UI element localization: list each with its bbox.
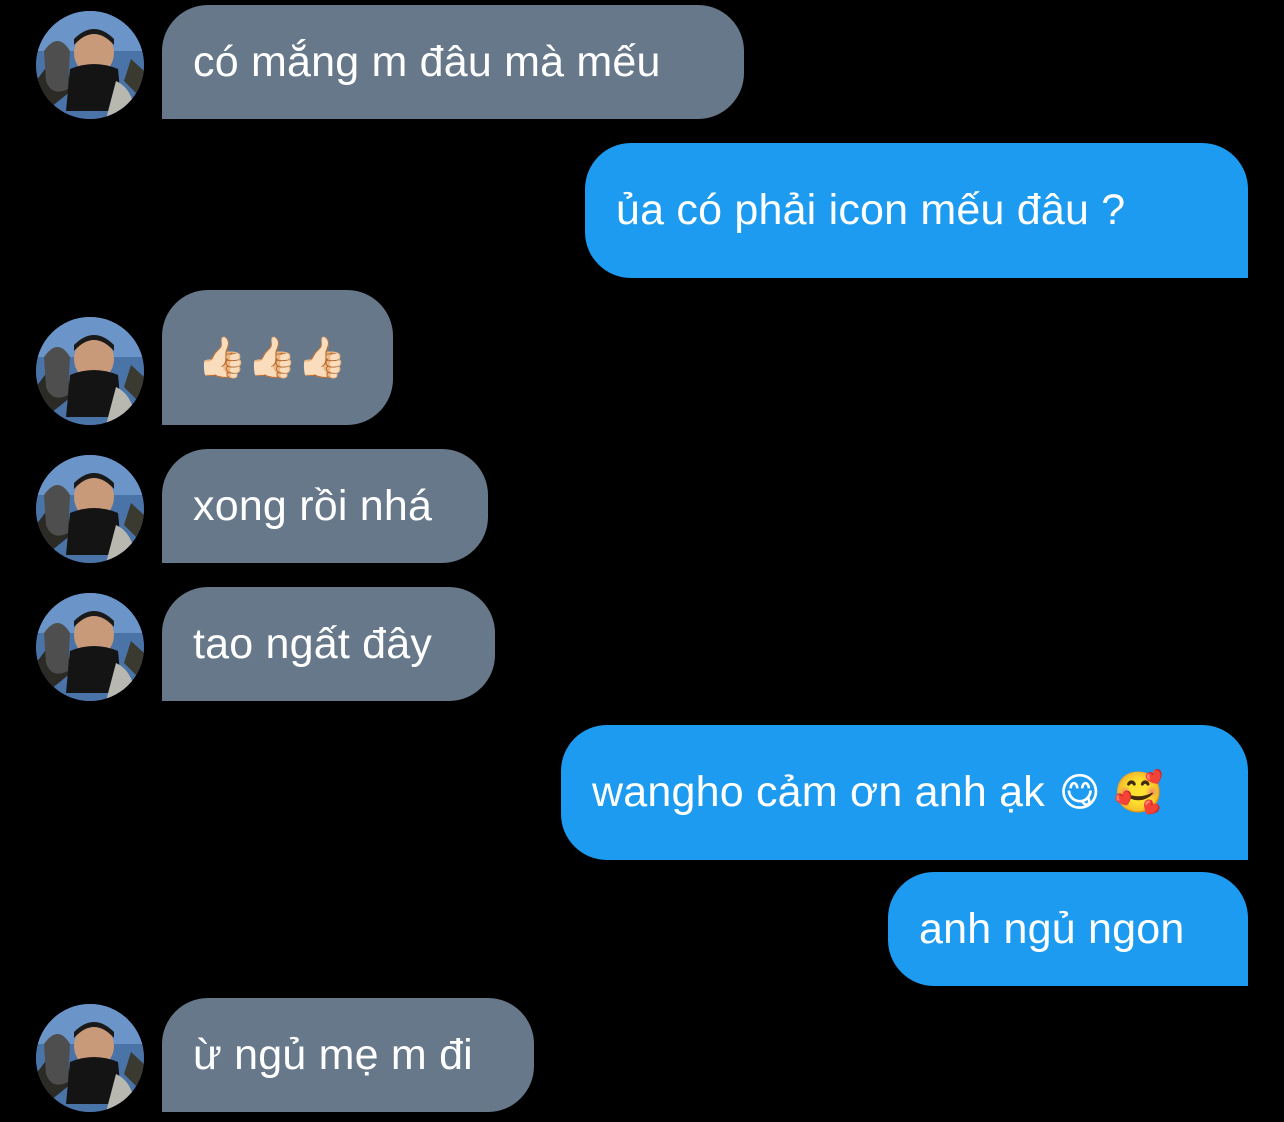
avatar-photo-icon: [36, 317, 144, 425]
message-text: tao ngất đây: [193, 619, 433, 668]
incoming-message-bubble[interactable]: xong rồi nhá: [162, 449, 488, 563]
contact-avatar[interactable]: [36, 11, 144, 119]
avatar-photo-icon: [36, 455, 144, 563]
smiling-emojis: 😋 🥰: [1058, 770, 1164, 816]
contact-avatar[interactable]: [36, 317, 144, 425]
thumbs-up-emoji: 👍🏻👍🏻👍🏻: [197, 335, 348, 381]
avatar-photo-icon: [36, 11, 144, 119]
avatar-photo-icon: [36, 1004, 144, 1112]
message-text: có mắng m đâu mà mếu: [193, 37, 661, 86]
avatar-photo-icon: [36, 593, 144, 701]
message-text: ừ ngủ mẹ m đi: [193, 1030, 473, 1079]
message-text: anh ngủ ngon: [919, 904, 1185, 953]
contact-avatar[interactable]: [36, 1004, 144, 1112]
message-text: ủa có phải icon mếu đâu ?: [616, 186, 1126, 234]
message-text: xong rồi nhá: [193, 481, 433, 530]
incoming-message-bubble[interactable]: ừ ngủ mẹ m đi: [162, 998, 534, 1112]
message-text: wangho cảm ơn anh ạk: [592, 768, 1045, 816]
incoming-message-bubble[interactable]: tao ngất đây: [162, 587, 495, 701]
contact-avatar[interactable]: [36, 455, 144, 563]
outgoing-message-bubble[interactable]: anh ngủ ngon: [888, 872, 1248, 986]
incoming-message-bubble[interactable]: 👍🏻👍🏻👍🏻: [162, 290, 393, 425]
outgoing-message-bubble[interactable]: wangho cảm ơn anh ạk 😋 🥰: [561, 725, 1248, 860]
incoming-message-bubble[interactable]: có mắng m đâu mà mếu: [162, 5, 744, 119]
contact-avatar[interactable]: [36, 593, 144, 701]
outgoing-message-bubble[interactable]: ủa có phải icon mếu đâu ?: [585, 143, 1248, 278]
